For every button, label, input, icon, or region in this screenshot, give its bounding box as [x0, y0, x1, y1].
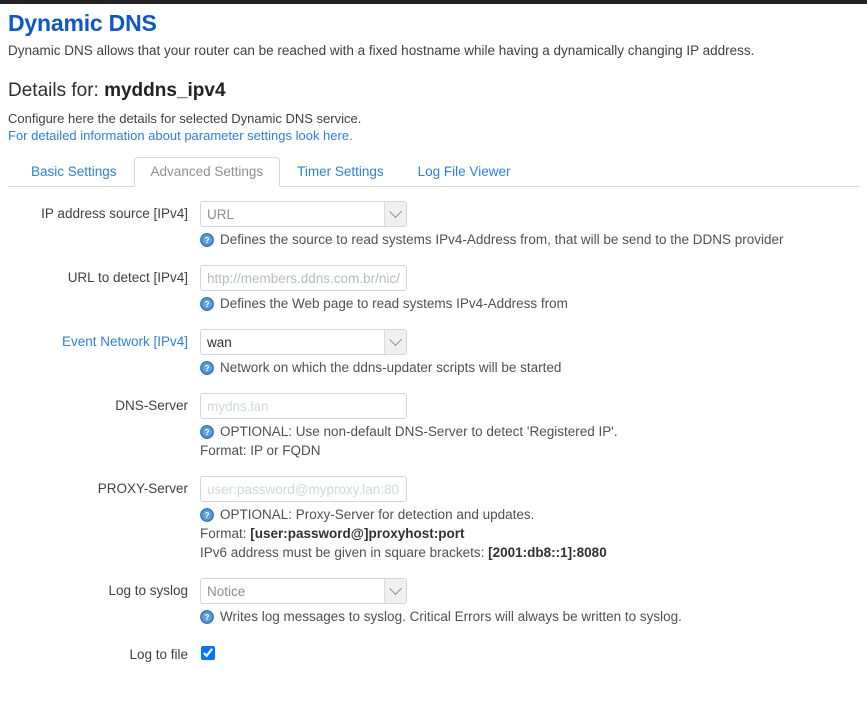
help-text-proxy-format: Format: [user:password@]proxyhost:port [200, 524, 859, 543]
top-accent-bar [0, 0, 867, 4]
svg-text:?: ? [205, 428, 210, 437]
event-network-select-wrap: wan [200, 329, 407, 355]
field-ip-address-source: URL ? Defines the source to read systems… [200, 201, 859, 249]
field-log-to-file [200, 642, 859, 663]
ip-address-source-select[interactable]: URL [200, 201, 407, 227]
row-dns-server: DNS-Server ? OPTIONAL: Use non-default D… [8, 393, 859, 460]
row-event-network: Event Network [IPv4] wan ? Network on wh… [8, 329, 859, 377]
details-heading-prefix: Details for: [8, 80, 105, 101]
help-dns-server: ? OPTIONAL: Use non-default DNS-Server t… [200, 422, 859, 441]
log-to-syslog-select[interactable]: Notice [200, 578, 407, 604]
row-log-to-syslog: Log to syslog Notice ? Writes log messag… [8, 578, 859, 626]
details-heading: Details for: myddns_ipv4 [8, 80, 859, 102]
log-to-file-checkbox[interactable] [201, 646, 215, 660]
page-title: Dynamic DNS [8, 10, 157, 36]
label-url-to-detect: URL to detect [IPv4] [67, 270, 188, 285]
svg-text:?: ? [205, 300, 210, 309]
help-text-url-to-detect: Defines the Web page to read systems IPv… [220, 296, 568, 311]
svg-text:?: ? [205, 511, 210, 520]
proxy-server-input[interactable] [200, 476, 407, 502]
help-circle-icon: ? [200, 297, 214, 311]
proxy-ipv6-value: [2001:db8::1]:8080 [488, 545, 607, 560]
label-event-network[interactable]: Event Network [IPv4] [8, 329, 200, 350]
help-circle-icon: ? [200, 425, 214, 439]
dns-server-input[interactable] [200, 393, 407, 419]
help-log-to-syslog: ? Writes log messages to syslog. Critica… [200, 607, 859, 626]
svg-text:?: ? [205, 364, 210, 373]
proxy-format-prefix: Format: [200, 526, 251, 541]
proxy-format-value: [user:password@]proxyhost:port [250, 526, 465, 541]
proxy-ipv6-prefix: IPv6 address must be given in square bra… [200, 545, 489, 560]
tab-basic-settings[interactable]: Basic Settings [14, 157, 134, 187]
configure-description: Configure here the details for selected … [8, 111, 362, 126]
field-event-network: wan ? Network on which the ddns-updater … [200, 329, 859, 377]
help-circle-icon: ? [200, 361, 214, 375]
row-proxy-server: PROXY-Server ? OPTIONAL: Proxy-Server fo… [8, 476, 859, 562]
log-to-syslog-select-wrap: Notice [200, 578, 407, 604]
tab-advanced-settings[interactable]: Advanced Settings [133, 157, 281, 187]
url-to-detect-input[interactable] [200, 265, 407, 291]
field-log-to-syslog: Notice ? Writes log messages to syslog. … [200, 578, 859, 626]
page-intro-text: Dynamic DNS allows that your router can … [8, 43, 755, 58]
help-circle-icon: ? [200, 610, 214, 624]
field-proxy-server: ? OPTIONAL: Proxy-Server for detection a… [200, 476, 859, 562]
row-ip-address-source: IP address source [IPv4] URL ? Defines t… [8, 201, 859, 249]
details-heading-name: myddns_ipv4 [104, 80, 226, 101]
advanced-settings-form: IP address source [IPv4] URL ? Defines t… [8, 187, 859, 663]
event-network-select[interactable]: wan [200, 329, 407, 355]
help-event-network: ? Network on which the ddns-updater scri… [200, 358, 859, 377]
label-proxy-server: PROXY-Server [97, 481, 188, 496]
field-url-to-detect: ? Defines the Web page to read systems I… [200, 265, 859, 313]
row-url-to-detect: URL to detect [IPv4] ? Defines the Web p… [8, 265, 859, 313]
label-log-to-file: Log to file [129, 647, 188, 662]
help-ip-address-source: ? Defines the source to read systems IPv… [200, 230, 859, 249]
ip-address-source-select-wrap: URL [200, 201, 407, 227]
help-circle-icon: ? [200, 508, 214, 522]
help-text-dns-server: OPTIONAL: Use non-default DNS-Server to … [220, 424, 618, 439]
help-url-to-detect: ? Defines the Web page to read systems I… [200, 294, 859, 313]
field-dns-server: ? OPTIONAL: Use non-default DNS-Server t… [200, 393, 859, 460]
documentation-link[interactable]: For detailed information about parameter… [8, 128, 353, 143]
help-text-event-network: Network on which the ddns-updater script… [220, 360, 562, 375]
svg-text:?: ? [205, 236, 210, 245]
label-dns-server: DNS-Server [115, 398, 188, 413]
help-text-dns-server-format: Format: IP or FQDN [200, 443, 321, 458]
label-ip-address-source: IP address source [IPv4] [41, 206, 188, 221]
svg-text:?: ? [205, 613, 210, 622]
help-text-proxy-server: OPTIONAL: Proxy-Server for detection and… [220, 507, 535, 522]
help-text-log-to-syslog: Writes log messages to syslog. Critical … [220, 609, 682, 624]
help-text-proxy-ipv6: IPv6 address must be given in square bra… [200, 543, 859, 562]
tab-bar: Basic Settings Advanced Settings Timer S… [8, 157, 859, 187]
tab-timer-settings[interactable]: Timer Settings [280, 157, 401, 187]
label-log-to-syslog: Log to syslog [108, 583, 188, 598]
help-circle-icon: ? [200, 233, 214, 247]
tab-log-file-viewer[interactable]: Log File Viewer [401, 157, 528, 187]
help-text-ip-address-source: Defines the source to read systems IPv4-… [220, 232, 784, 247]
page-container: Dynamic DNS Dynamic DNS allows that your… [0, 10, 867, 663]
row-log-to-file: Log to file [8, 642, 859, 663]
documentation-link-line: For detailed information about parameter… [8, 127, 859, 144]
help-proxy-server: ? OPTIONAL: Proxy-Server for detection a… [200, 505, 859, 524]
